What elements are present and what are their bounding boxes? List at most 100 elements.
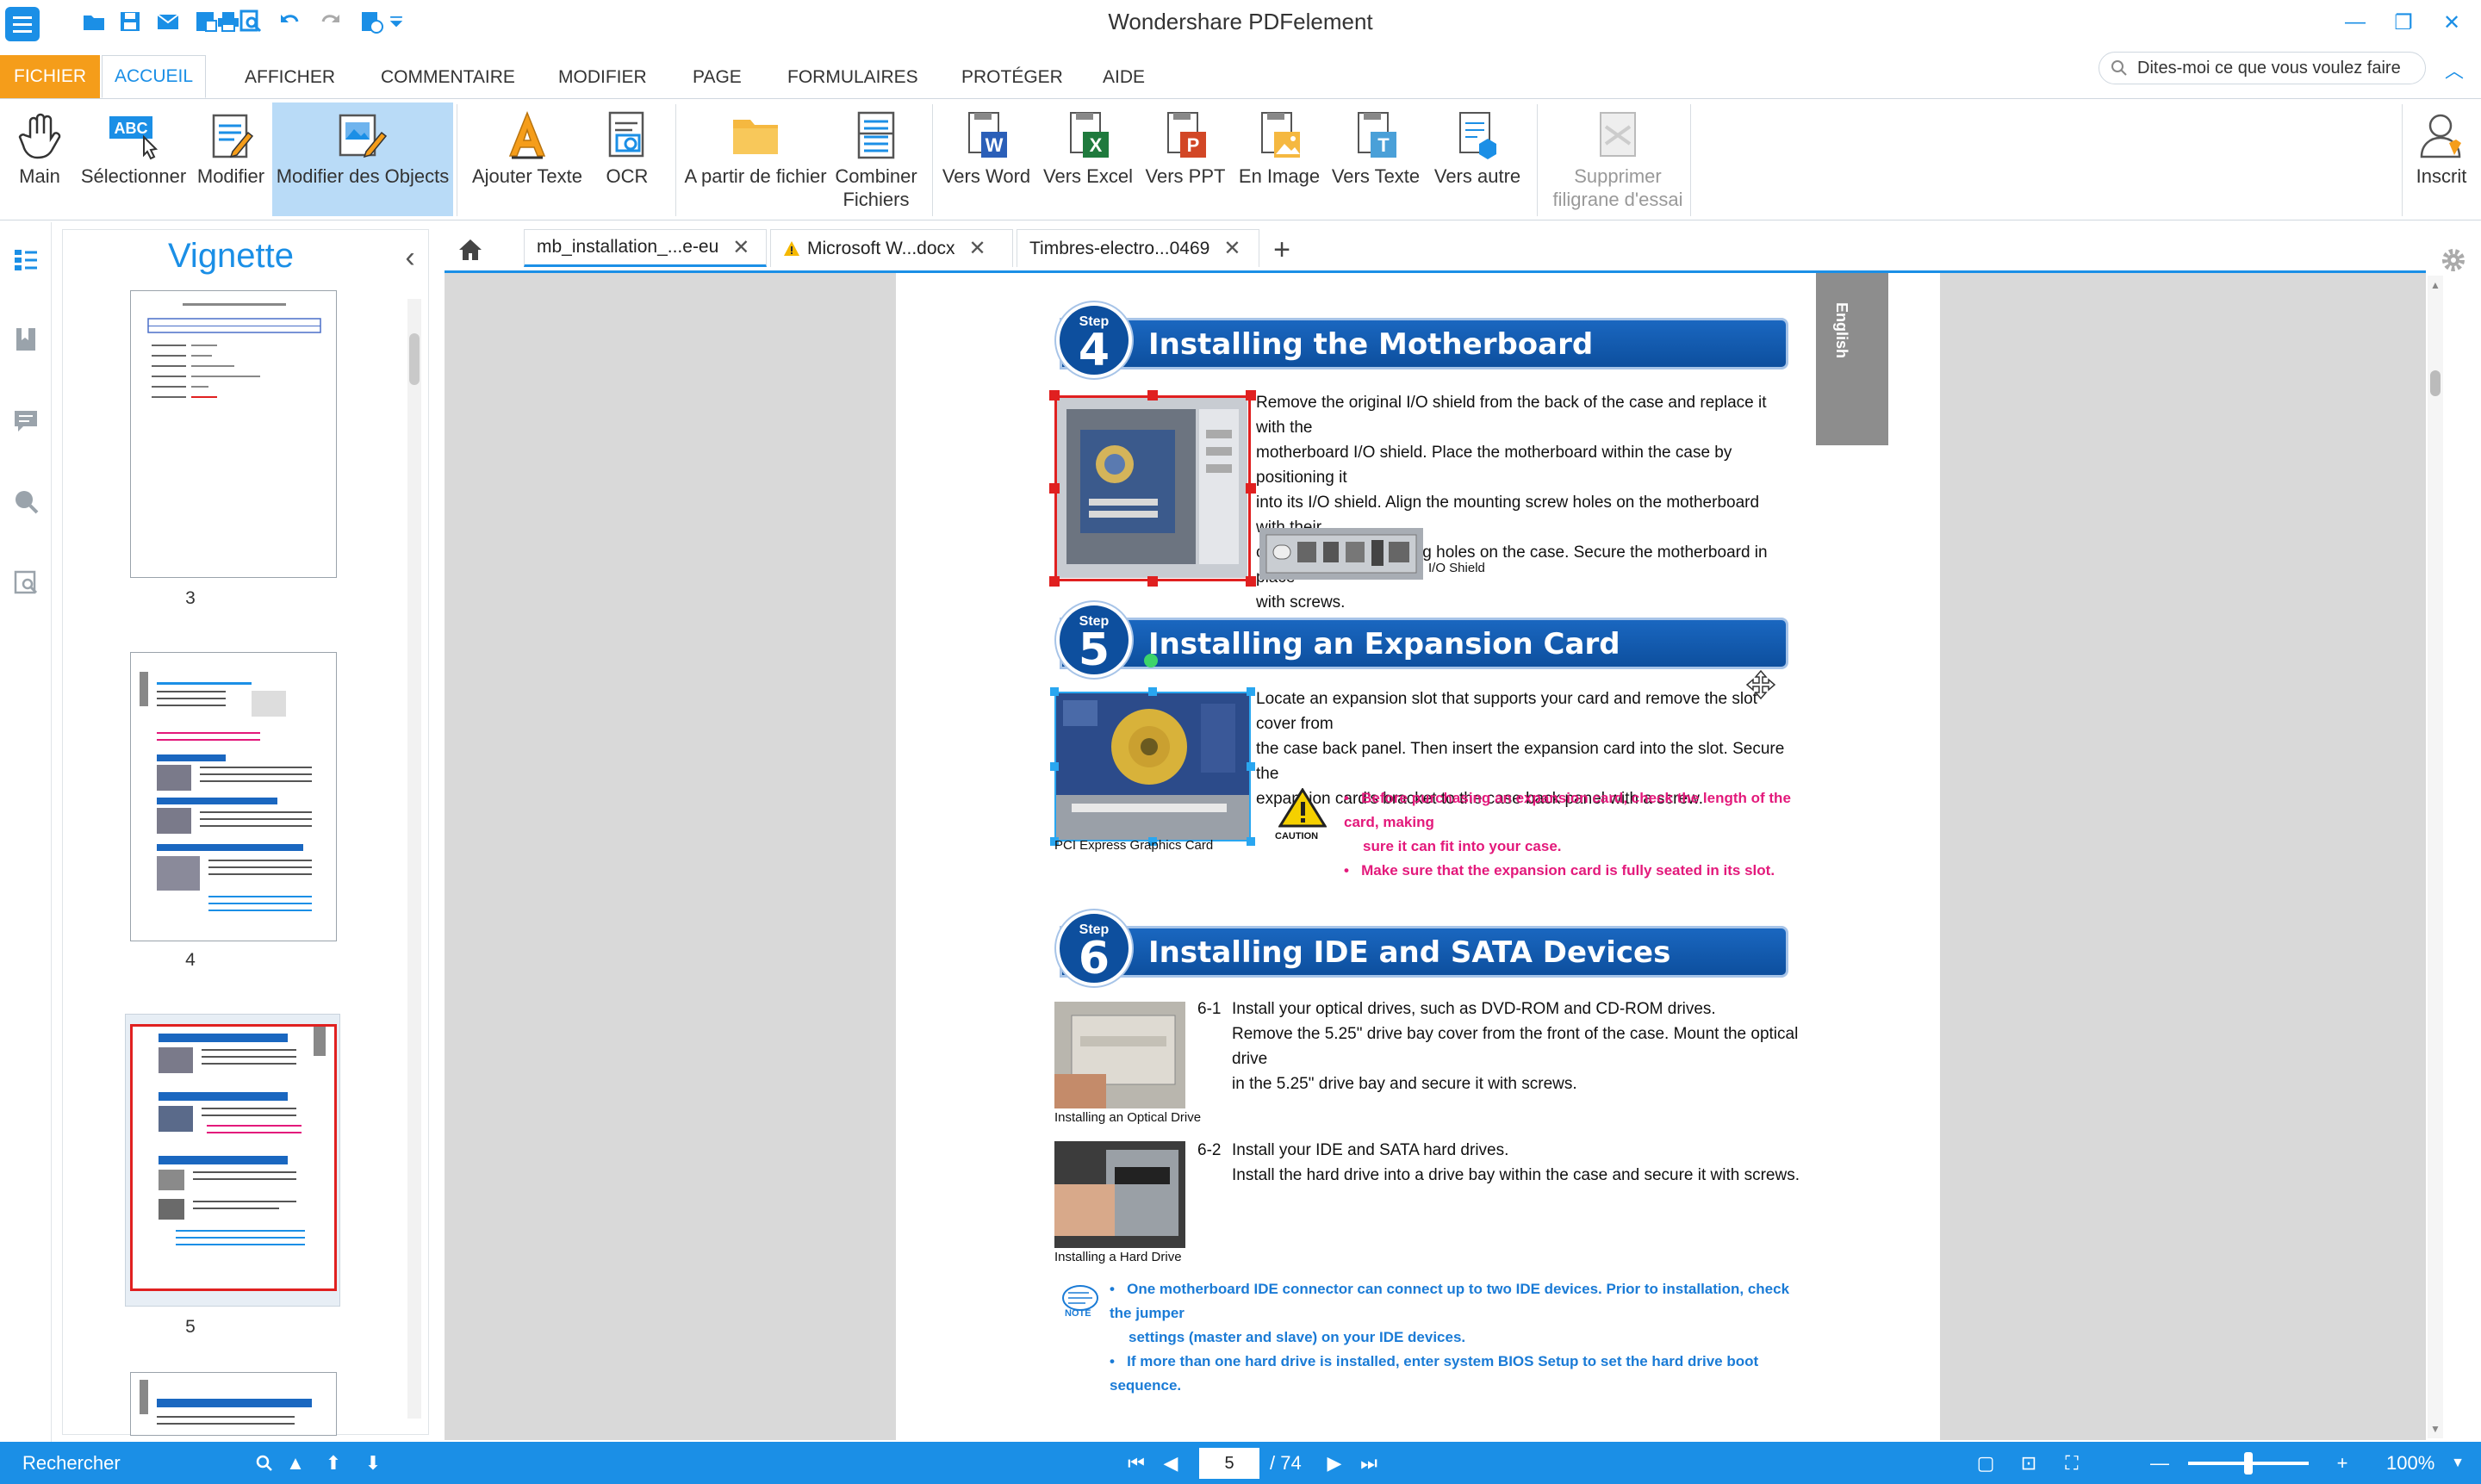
arrow-down-icon[interactable]: ⬇	[358, 1449, 388, 1478]
resize-handle[interactable]	[1049, 483, 1060, 494]
thumbnail-page-5[interactable]	[130, 1024, 337, 1291]
close-tab-icon[interactable]: ✕	[969, 236, 986, 261]
resize-handle[interactable]	[1049, 576, 1060, 587]
tab-modifier[interactable]: MODIFIER	[546, 59, 659, 96]
add-tab-icon[interactable]: +	[1265, 233, 1299, 267]
zoom-level[interactable]: 100%	[2386, 1452, 2434, 1475]
caution-text: Before purchasing an expansion card, che…	[1344, 790, 1791, 830]
tab-commentaire[interactable]: COMMENTAIRE	[369, 59, 527, 96]
fit-page-icon[interactable]: ⛶	[2057, 1449, 2086, 1478]
rotate-handle[interactable]	[1144, 654, 1158, 667]
thumbnails-panel-icon[interactable]	[10, 245, 41, 276]
resize-handle[interactable]	[1050, 762, 1059, 771]
select-tool-button[interactable]: ABC Sélectionner	[79, 102, 188, 216]
thumbnail-page-6[interactable]	[130, 1372, 337, 1436]
document-view[interactable]: English Installing the Motherboard Step …	[445, 270, 2426, 1440]
thumbnail-page-3[interactable]	[130, 290, 337, 578]
document-scrollbar-thumb[interactable]	[2430, 370, 2441, 396]
search-panel-icon[interactable]	[10, 486, 41, 517]
account-button[interactable]: Inscrit	[2407, 102, 2476, 216]
to-excel-button[interactable]: X Vers Excel	[1039, 102, 1137, 216]
restore-button[interactable]: ❐	[2386, 5, 2421, 40]
find-in-page-icon[interactable]	[10, 567, 41, 598]
previous-page-icon[interactable]: ◀	[1156, 1449, 1185, 1478]
pdf-page[interactable]: English Installing the Motherboard Step …	[896, 273, 1940, 1440]
tab-page[interactable]: PAGE	[681, 59, 754, 96]
search-icon[interactable]	[250, 1449, 279, 1478]
collapse-panel-icon[interactable]: ‹	[397, 241, 423, 274]
bookmark-icon[interactable]	[10, 324, 41, 355]
doc-tab-timbres[interactable]: Timbres-electro...0469 ✕	[1017, 229, 1259, 267]
close-tab-icon[interactable]: ✕	[1223, 236, 1240, 261]
first-page-icon[interactable]: ⏮	[1122, 1449, 1151, 1478]
tab-afficher[interactable]: AFFICHER	[233, 59, 347, 96]
thumbnail-scrollbar[interactable]	[407, 299, 421, 1419]
selected-object-outline[interactable]	[1054, 395, 1251, 581]
resize-handle[interactable]	[1147, 576, 1158, 587]
page-number-input[interactable]	[1199, 1448, 1259, 1479]
resize-handle[interactable]	[1246, 483, 1256, 494]
fit-width-icon[interactable]: ⊡	[2014, 1449, 2043, 1478]
minimize-button[interactable]: —	[2338, 5, 2372, 40]
edit-objects-button[interactable]: Modifier des Objects	[272, 102, 453, 216]
status-search-label[interactable]: Rechercher	[22, 1452, 121, 1475]
doc-tab-microsoft-word[interactable]: Microsoft W...docx ✕	[770, 229, 1013, 267]
to-ppt-button[interactable]: P Vers PPT	[1141, 102, 1230, 216]
close-tab-icon[interactable]: ✕	[732, 235, 749, 260]
next-page-icon[interactable]: ▶	[1320, 1449, 1349, 1478]
help-search-input[interactable]	[2137, 58, 2413, 78]
tab-fichier[interactable]: FICHIER	[0, 55, 100, 98]
hard-drive-photo[interactable]	[1054, 1141, 1185, 1248]
resize-handle[interactable]	[1246, 390, 1256, 400]
home-icon[interactable]	[453, 233, 488, 267]
to-image-button[interactable]: En Image	[1234, 102, 1325, 216]
remove-watermark-button[interactable]: Supprimer filigrane d'essai	[1542, 102, 1694, 216]
scroll-up-icon[interactable]: ▲	[2430, 279, 2441, 291]
collapse-ribbon-icon[interactable]: ︿	[2441, 57, 2467, 83]
zoom-out-icon[interactable]: —	[2145, 1449, 2174, 1478]
scroll-down-icon[interactable]: ▼	[2430, 1423, 2441, 1435]
edit-button[interactable]: Modifier	[195, 102, 267, 216]
thumbnail-page-4[interactable]	[130, 652, 337, 941]
resize-handle[interactable]	[1247, 762, 1255, 771]
combine-files-button[interactable]: Combiner Fichiers	[829, 102, 923, 216]
gear-icon[interactable]	[2438, 245, 2469, 276]
optical-drive-photo[interactable]	[1054, 1002, 1185, 1108]
last-page-icon[interactable]: ⏭	[1354, 1449, 1384, 1478]
tab-proteger[interactable]: PROTÉGER	[949, 59, 1075, 96]
resize-handle[interactable]	[1050, 687, 1059, 696]
search-previous-icon[interactable]: ▲	[281, 1449, 310, 1478]
document-scrollbar[interactable]: ▲ ▼	[2428, 276, 2443, 1438]
resize-handle[interactable]	[1049, 390, 1060, 400]
resize-handle[interactable]	[1247, 687, 1255, 696]
add-text-button[interactable]: Ajouter Texte	[467, 102, 588, 216]
tab-aide[interactable]: AIDE	[1091, 59, 1157, 96]
doc-tab-mb-installation[interactable]: mb_installation_...e-eu ✕	[524, 229, 767, 267]
other-format-icon	[1450, 108, 1505, 163]
to-other-button[interactable]: Vers autre	[1427, 102, 1528, 216]
to-word-button[interactable]: W Vers Word	[939, 102, 1034, 216]
resize-handle[interactable]	[1246, 576, 1256, 587]
document-tab-bar: mb_installation_...e-eu ✕ Microsoft W...…	[445, 226, 2481, 269]
tab-accueil[interactable]: ACCUEIL	[102, 55, 207, 98]
help-search-box[interactable]	[2099, 52, 2426, 84]
tab-formulaires[interactable]: FORMULAIRES	[775, 59, 930, 96]
resize-handle[interactable]	[1148, 687, 1157, 696]
from-file-button[interactable]: A partir de fichier	[682, 102, 829, 216]
resize-handle[interactable]	[1247, 837, 1255, 846]
to-text-button[interactable]: T Vers Texte	[1328, 102, 1423, 216]
arrow-up-icon[interactable]: ⬆	[319, 1449, 348, 1478]
ocr-button[interactable]: OCR	[594, 102, 660, 216]
close-window-button[interactable]: ✕	[2434, 5, 2469, 40]
io-shield-photo[interactable]	[1259, 528, 1423, 580]
single-page-view-icon[interactable]: ▢	[1971, 1449, 2000, 1478]
resize-handle[interactable]	[1147, 390, 1158, 400]
hand-tool-button[interactable]: Main	[5, 102, 74, 216]
thumbnail-scrollbar-thumb[interactable]	[409, 333, 420, 385]
zoom-dropdown-icon[interactable]: ▼	[2443, 1449, 2472, 1478]
selected-object-outline[interactable]	[1054, 692, 1251, 841]
comments-icon[interactable]	[10, 405, 41, 436]
language-label: English	[1833, 302, 1850, 359]
zoom-slider-knob[interactable]	[2244, 1452, 2253, 1475]
zoom-in-icon[interactable]: +	[2328, 1449, 2357, 1478]
